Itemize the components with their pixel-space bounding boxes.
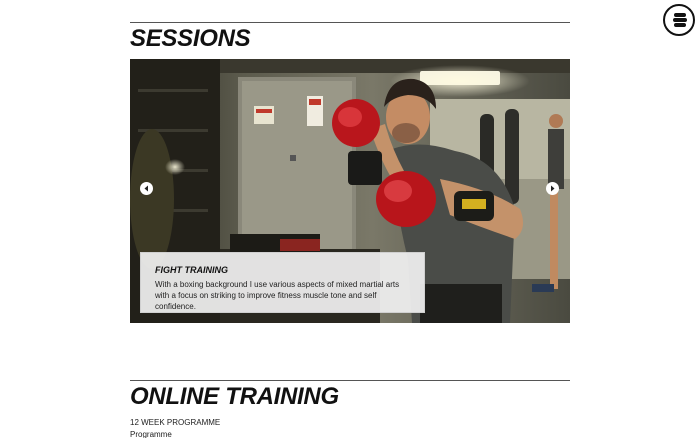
sessions-heading: SESSIONS: [130, 25, 251, 52]
programme-label: 12 WEEK PROGRAMME: [130, 418, 221, 427]
hamburger-menu-icon-bar: [674, 23, 686, 27]
slide-caption: FIGHT TRAINING With a boxing background …: [140, 252, 425, 313]
hamburger-menu-icon: [674, 13, 686, 17]
online-training-heading: ONLINE TRAINING: [130, 383, 339, 410]
hamburger-menu-icon-bar: [673, 18, 687, 22]
slider-next-button[interactable]: [546, 182, 559, 195]
programme-sublabel: Programme: [130, 430, 172, 438]
chevron-right-icon: [551, 185, 555, 192]
caption-title: FIGHT TRAINING: [155, 265, 228, 275]
section-divider: [130, 380, 570, 381]
menu-button[interactable]: [663, 4, 695, 36]
sessions-slider[interactable]: FIGHT TRAINING With a boxing background …: [130, 59, 570, 323]
chevron-left-icon: [144, 185, 148, 192]
caption-text: With a boxing background I use various a…: [155, 280, 400, 311]
slider-prev-button[interactable]: [140, 182, 153, 195]
section-divider: [130, 22, 570, 23]
